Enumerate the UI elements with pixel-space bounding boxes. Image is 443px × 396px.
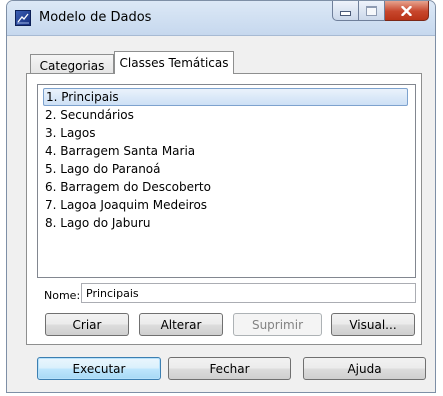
name-label: Nome: (44, 289, 81, 302)
minimize-button[interactable] (332, 1, 359, 21)
maximize-icon (366, 5, 377, 16)
window-title: Modelo de Dados (39, 10, 152, 25)
close-window-button[interactable] (385, 1, 429, 21)
close-button[interactable]: Fechar (168, 357, 291, 380)
list-item[interactable]: 4. Barragem Santa Maria (43, 142, 195, 160)
visual-button[interactable]: Visual... (331, 313, 415, 336)
list-item[interactable]: 5. Lago do Paranoá (43, 160, 161, 178)
create-button[interactable]: Criar (45, 313, 129, 336)
minimize-icon (340, 11, 351, 16)
title-bar[interactable]: Modelo de Dados (7, 1, 435, 36)
delete-button[interactable]: Suprimir (233, 313, 322, 336)
help-button[interactable]: Ajuda (303, 357, 426, 380)
name-input[interactable] (81, 283, 416, 303)
alter-button[interactable]: Alterar (139, 313, 223, 336)
list-item[interactable]: 2. Secundários (43, 106, 134, 124)
list-item[interactable]: 1. Principais (43, 88, 408, 106)
classes-listbox[interactable]: 1. Principais 2. Secundários 3. Lagos 4.… (37, 84, 416, 278)
close-icon (401, 5, 412, 16)
tab-categorias[interactable]: Categorias (30, 54, 114, 75)
list-item[interactable]: 3. Lagos (43, 124, 96, 142)
tab-classes-tematicas[interactable]: Classes Temáticas (114, 51, 234, 74)
list-item[interactable]: 6. Barragem do Descoberto (43, 178, 211, 196)
window-controls (332, 1, 429, 21)
execute-button[interactable]: Executar (37, 357, 161, 380)
list-item[interactable]: 8. Lago do Jaburu (43, 214, 151, 232)
database-model-icon (15, 10, 31, 26)
maximize-button[interactable] (359, 1, 385, 21)
list-item[interactable]: 7. Lagoa Joaquim Medeiros (43, 196, 207, 214)
